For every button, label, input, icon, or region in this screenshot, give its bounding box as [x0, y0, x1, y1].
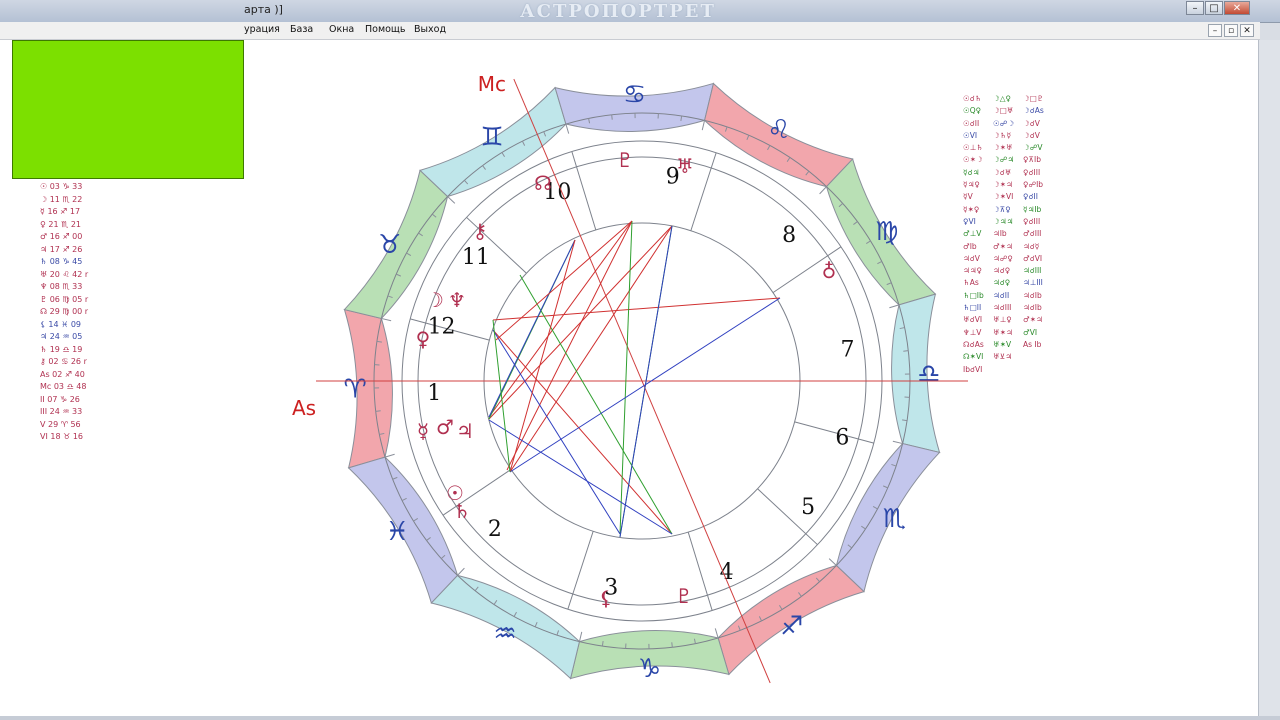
aspect-line	[495, 220, 633, 341]
pisces-sign-glyph: ♓	[386, 517, 409, 547]
degree-tick	[903, 350, 909, 352]
aspect-line	[509, 225, 673, 473]
house-number-12: 12	[428, 314, 456, 339]
bottom-frame-edge	[0, 716, 1280, 720]
venus-planet-glyph: ♀	[416, 327, 431, 351]
menu-bar: урация База Окна Помощь Выход	[0, 22, 1260, 40]
taurus-sign-glyph: ♉	[378, 230, 401, 260]
degree-tick	[384, 453, 395, 458]
degree-tick	[892, 440, 903, 445]
degree-tick	[578, 631, 583, 642]
minimize-button[interactable]: –	[1186, 1, 1204, 15]
menu-base[interactable]: База	[290, 24, 313, 35]
chart-canvas: ☉ 03 ♑ 33 ☽ 11 ♏ 22 ☿ 16 ♐ 17 ♀ 21 ♏ 21 ♂ 16…	[0, 40, 1258, 716]
house-number-6: 6	[835, 426, 849, 451]
degree-tick	[381, 317, 392, 322]
neptune-planet-glyph: ♆	[448, 288, 466, 312]
selena-planet-glyph: ♁	[822, 259, 837, 283]
jupiter-planet-glyph: ♃	[456, 419, 474, 443]
aspect-line	[509, 297, 781, 473]
moon-planet-glyph: ☽	[426, 288, 444, 312]
title-bar: арта )] АСТРОПОРТРЕТ – □ ✕	[0, 0, 1280, 23]
house-cusp-line	[567, 531, 594, 610]
house-number-5: 5	[801, 495, 815, 520]
chiron-planet-glyph: ⚷	[473, 219, 488, 243]
degree-tick	[819, 186, 827, 195]
degree-tick	[671, 642, 673, 648]
degree-tick	[447, 196, 456, 204]
proserpina-planet-glyph: ♇	[675, 584, 693, 608]
inner-minimize-button[interactable]: –	[1208, 24, 1222, 37]
aquarius-sign-glyph: ♒	[493, 619, 516, 649]
house-cusp-line	[571, 151, 597, 231]
overlay-green-box	[12, 40, 244, 179]
virgo-sign-glyph: ♍	[875, 217, 898, 247]
degree-tick	[565, 123, 570, 134]
aspect-line	[492, 329, 673, 535]
maximize-button[interactable]: □	[1205, 1, 1223, 15]
uranus-planet-glyph: ♅	[676, 154, 694, 178]
mercury-planet-glyph: ☿	[417, 419, 429, 443]
house-number-7: 7	[840, 337, 854, 362]
sagittarius-sign-glyph: ♐	[780, 612, 803, 642]
house-number-2: 2	[488, 517, 502, 542]
degree-tick	[375, 410, 381, 412]
degree-tick	[701, 120, 706, 131]
window-title: арта )]	[244, 3, 283, 16]
menu-configuration[interactable]: урация	[244, 24, 280, 35]
inner-window-controls: – ▫ ✕	[1208, 24, 1254, 37]
inner-restore-button[interactable]: ▫	[1224, 24, 1238, 37]
degree-tick	[611, 114, 613, 120]
inner-close-button[interactable]: ✕	[1240, 24, 1254, 37]
node-planet-glyph: ☊	[534, 171, 552, 195]
app-watermark: АСТРОПОРТРЕТ	[520, 1, 716, 22]
degree-tick	[714, 628, 719, 639]
degree-tick	[889, 304, 900, 309]
libra-sign-glyph: ♎	[917, 359, 940, 389]
degree-tick	[457, 567, 465, 576]
aries-sign-glyph: ♈	[343, 375, 366, 405]
house-number-8: 8	[782, 223, 796, 248]
capricorn-sign-glyph: ♑	[638, 654, 661, 684]
menu-exit[interactable]: Выход	[414, 24, 446, 35]
gemini-sign-glyph: ♊	[480, 122, 503, 152]
pluto-planet-glyph: ♇	[616, 148, 634, 172]
saturn-planet-glyph: ♄	[453, 499, 471, 523]
cancer-sign-glyph: ♋	[623, 80, 646, 110]
close-button[interactable]: ✕	[1224, 1, 1250, 15]
aspect-line	[488, 239, 576, 418]
lilith-planet-glyph: ⚸	[599, 586, 614, 610]
scorpio-sign-glyph: ♏	[883, 504, 906, 534]
degree-tick	[828, 558, 837, 566]
mars-planet-glyph: ♂	[436, 415, 454, 439]
house-number-1: 1	[427, 381, 441, 406]
aspect-line	[492, 297, 781, 321]
house-number-11: 11	[462, 245, 490, 270]
menu-help[interactable]: Помощь	[365, 24, 405, 35]
menu-windows[interactable]: Окна	[329, 24, 354, 35]
house-cusp-line	[690, 152, 717, 231]
right-frame-edge	[1258, 40, 1280, 720]
window-controls: – □ ✕	[1186, 1, 1250, 16]
aspect-line	[492, 329, 621, 535]
ascendant-label: As	[292, 396, 316, 420]
midheaven-label: Mc	[478, 72, 506, 96]
leo-sign-glyph: ♌	[767, 115, 790, 145]
